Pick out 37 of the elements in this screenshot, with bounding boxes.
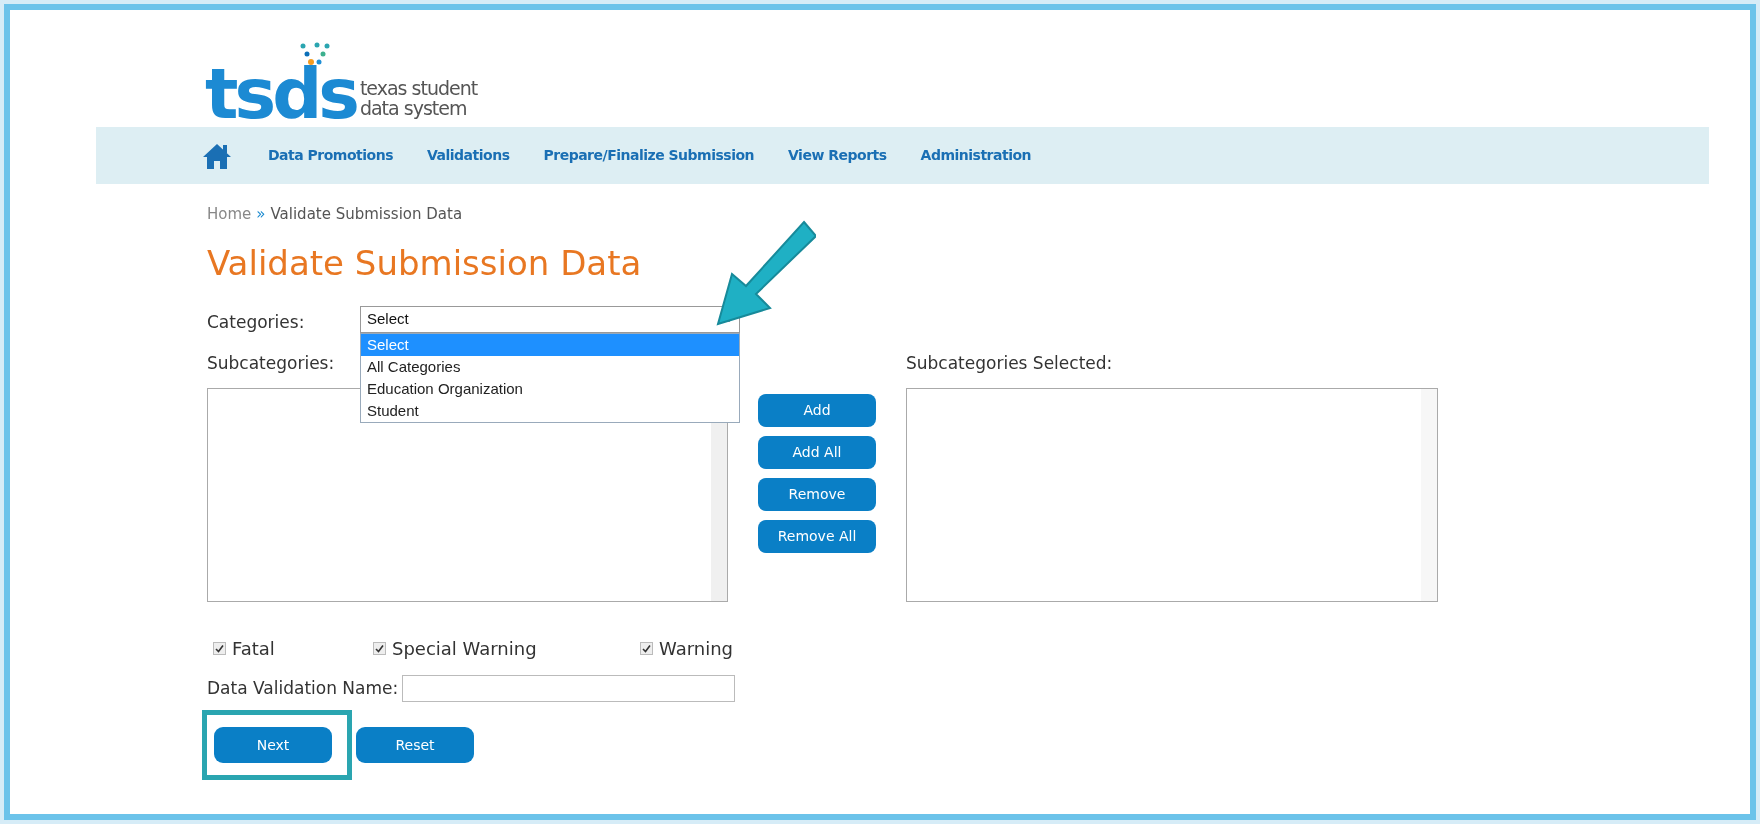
transfer-button[interactable]: Add All bbox=[758, 436, 876, 469]
category-dropdown[interactable]: Select bbox=[360, 306, 740, 333]
checkbox[interactable] bbox=[373, 642, 386, 655]
checkbox-label: Special Warning bbox=[392, 637, 537, 661]
nav-link[interactable]: Administration bbox=[920, 145, 1032, 166]
breadcrumb-current: Validate Submission Data bbox=[270, 204, 463, 225]
name-input[interactable] bbox=[402, 675, 736, 702]
dropdown-option[interactable]: Student bbox=[361, 400, 739, 422]
dropdown-option[interactable]: All Categories bbox=[361, 356, 739, 378]
home-icon[interactable] bbox=[202, 141, 232, 170]
page-title: Validate Submission Data bbox=[207, 242, 642, 285]
dropdown-option[interactable]: Select bbox=[361, 334, 739, 356]
logo-tagline: data system bbox=[359, 98, 468, 118]
breadcrumb-separator: » bbox=[256, 204, 266, 225]
field-label: Subcategories: bbox=[207, 352, 335, 375]
nav-link[interactable]: Data Promotions bbox=[268, 145, 393, 166]
dropdown-option[interactable]: Education Organization bbox=[361, 378, 739, 400]
checkbox-label: Fatal bbox=[232, 637, 275, 661]
checkbox-label: Warning bbox=[659, 637, 733, 661]
scrollbar[interactable] bbox=[1421, 389, 1437, 601]
selected-listbox[interactable] bbox=[906, 388, 1438, 602]
nav-link[interactable]: View Reports bbox=[788, 145, 887, 166]
dropdown-value: Select bbox=[367, 309, 409, 330]
logo-tagline: texas student bbox=[359, 78, 478, 98]
action-button[interactable]: Reset bbox=[356, 727, 474, 763]
field-label: Subcategories Selected: bbox=[906, 352, 1113, 375]
nav-link[interactable]: Prepare/Finalize Submission bbox=[543, 145, 755, 166]
transfer-button[interactable]: Remove bbox=[758, 478, 876, 511]
transfer-button[interactable]: Remove All bbox=[758, 520, 876, 553]
action-button[interactable]: Next bbox=[214, 727, 332, 763]
transfer-button[interactable]: Add bbox=[758, 394, 876, 427]
checkbox[interactable] bbox=[213, 642, 226, 655]
field-label: Categories: bbox=[207, 311, 305, 334]
field-label: Data Validation Name: bbox=[207, 676, 399, 700]
breadcrumb-link[interactable]: Home bbox=[207, 203, 252, 226]
checkbox[interactable] bbox=[640, 642, 653, 655]
nav-link[interactable]: Validations bbox=[427, 145, 510, 166]
